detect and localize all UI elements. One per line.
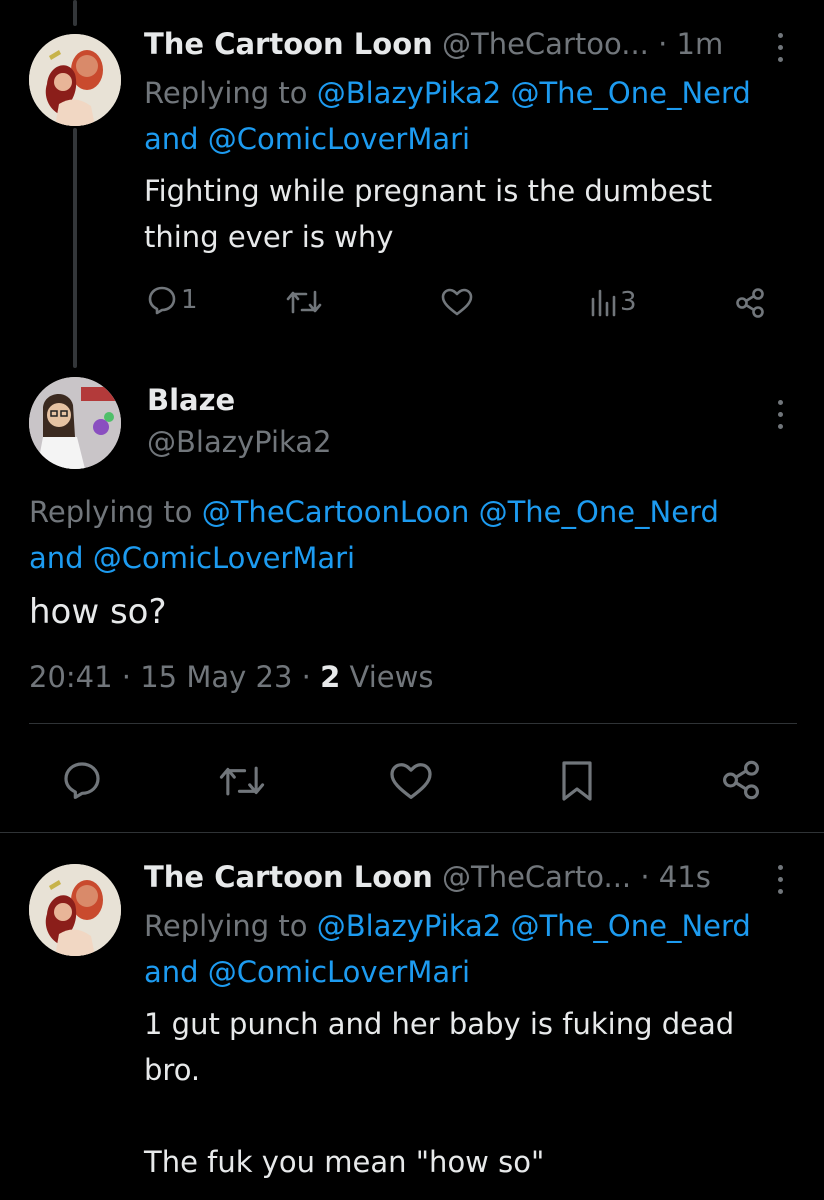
- tweet-time[interactable]: 20:41: [29, 660, 113, 694]
- avatar[interactable]: [29, 34, 121, 126]
- timestamp[interactable]: 1m: [677, 27, 724, 61]
- tweet-text-line: The fuk you mean "how so": [144, 1145, 545, 1179]
- replying-prefix: Replying to: [144, 909, 308, 943]
- and-others-link[interactable]: and: [29, 541, 84, 575]
- cartoon-scientist-avatar-icon: [29, 377, 121, 469]
- mention-link[interactable]: @The_One_Nerd: [510, 909, 750, 943]
- timestamp[interactable]: 41s: [659, 860, 711, 894]
- handle[interactable]: @TheCarto...: [442, 860, 631, 894]
- mention-link[interactable]: @ComicLoverMari: [93, 541, 355, 575]
- like-button[interactable]: [441, 288, 473, 316]
- tweet-text: how so?: [29, 592, 167, 632]
- separator: ·: [658, 27, 668, 61]
- views-button[interactable]: 3: [590, 287, 637, 317]
- tweet-header: The Cartoon Loon @TheCartoo... · 1m: [144, 24, 723, 64]
- divider: [29, 723, 797, 724]
- mention-link[interactable]: @ComicLoverMari: [208, 122, 470, 156]
- mention-link[interactable]: @BlazyPika2: [317, 76, 502, 110]
- separator: ·: [121, 660, 132, 694]
- display-name[interactable]: The Cartoon Loon: [144, 860, 433, 894]
- tweet-text-line: Fighting while pregnant is the dumbest: [144, 174, 713, 208]
- mention-link[interactable]: @The_One_Nerd: [479, 495, 719, 529]
- handle[interactable]: @BlazyPika2: [147, 425, 332, 459]
- views-label: Views: [349, 660, 434, 694]
- bookmark-icon: [562, 761, 592, 801]
- replying-to: Replying to @TheCartoonLoon @The_One_Ner…: [29, 492, 719, 532]
- handle[interactable]: @TheCartoo...: [442, 27, 649, 61]
- replying-to-cont: and @ComicLoverMari: [29, 538, 355, 578]
- tweet-text: 1 gut punch and her baby is fuking dead …: [144, 1001, 804, 1185]
- share-icon: [736, 288, 764, 318]
- avatar[interactable]: [29, 377, 121, 469]
- avatar[interactable]: [29, 864, 121, 956]
- views-icon: [591, 289, 616, 317]
- replying-to: Replying to @BlazyPika2 @The_One_Nerd: [144, 73, 751, 113]
- share-button[interactable]: [720, 759, 762, 801]
- separator: ·: [640, 860, 650, 894]
- reply-count: 1: [181, 285, 198, 315]
- cartoon-couple-avatar-icon: [29, 34, 121, 126]
- like-icon: [390, 763, 432, 799]
- mention-link[interactable]: @TheCartoonLoon: [202, 495, 470, 529]
- reply-icon: [148, 286, 176, 315]
- like-button[interactable]: [389, 762, 433, 800]
- more-icon[interactable]: [776, 865, 784, 895]
- separator: ·: [301, 660, 311, 694]
- replying-to-cont: and @ComicLoverMari: [144, 952, 470, 992]
- cartoon-couple-avatar-icon: [29, 864, 121, 956]
- thread-line-connector: [73, 128, 77, 368]
- share-button[interactable]: [734, 287, 766, 319]
- handle-row: @BlazyPika2: [147, 422, 332, 462]
- reply-icon: [64, 762, 100, 799]
- replying-to: Replying to @BlazyPika2 @The_One_Nerd: [144, 906, 751, 946]
- divider: [0, 832, 824, 833]
- display-name[interactable]: Blaze: [147, 383, 235, 417]
- and-others-link[interactable]: and: [144, 122, 199, 156]
- mention-link[interactable]: @BlazyPika2: [317, 909, 502, 943]
- more-icon[interactable]: [776, 33, 784, 63]
- replying-to-cont: and @ComicLoverMari: [144, 119, 470, 159]
- tweet-header: The Cartoon Loon @TheCarto... · 41s: [144, 857, 711, 897]
- tweet-meta: 20:41 · 15 May 23 · 2 Views: [29, 657, 433, 697]
- retweet-button[interactable]: [286, 288, 322, 316]
- tweet-date[interactable]: 15 May 23: [140, 660, 292, 694]
- mention-link[interactable]: @ComicLoverMari: [208, 955, 470, 989]
- and-others-link[interactable]: and: [144, 955, 199, 989]
- retweet-icon: [286, 290, 322, 314]
- tweet-text: Fighting while pregnant is the dumbest t…: [144, 168, 794, 260]
- views-count[interactable]: 2: [320, 660, 340, 694]
- replying-prefix: Replying to: [29, 495, 193, 529]
- thread-line-top: [73, 0, 77, 26]
- share-icon: [723, 760, 759, 800]
- replying-prefix: Replying to: [144, 76, 308, 110]
- more-icon[interactable]: [776, 400, 784, 430]
- display-name[interactable]: The Cartoon Loon: [144, 27, 433, 61]
- bookmark-button[interactable]: [560, 760, 594, 802]
- reply-button[interactable]: 1: [147, 285, 198, 315]
- display-name-row: Blaze: [147, 380, 235, 420]
- reply-button[interactable]: [62, 760, 102, 800]
- like-icon: [441, 288, 473, 316]
- retweet-button[interactable]: [218, 763, 266, 799]
- views-count: 3: [620, 287, 637, 317]
- tweet-text-line: 1 gut punch and her baby is fuking dead: [144, 1007, 735, 1041]
- mention-link[interactable]: @The_One_Nerd: [510, 76, 750, 110]
- tweet-text-line: bro.: [144, 1053, 201, 1087]
- retweet-icon: [219, 766, 265, 796]
- tweet-text-line: thing ever is why: [144, 220, 394, 254]
